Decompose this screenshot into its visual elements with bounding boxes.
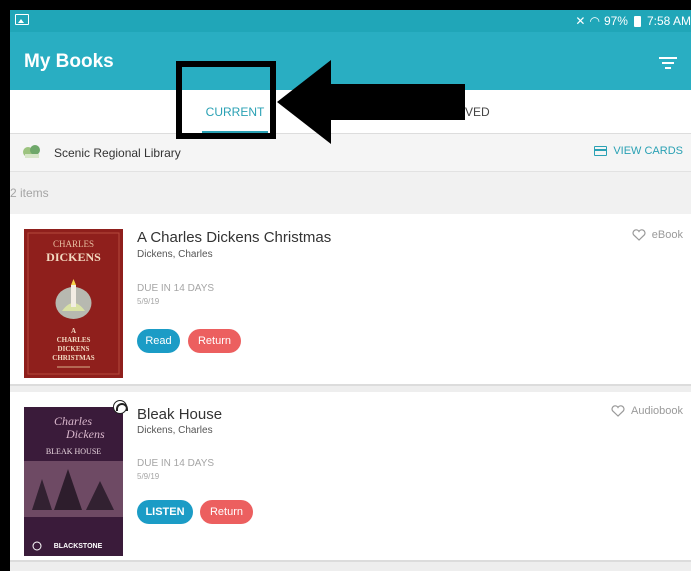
heart-icon[interactable] <box>611 405 625 417</box>
headphones-icon <box>113 400 128 414</box>
filter-icon[interactable] <box>659 57 677 69</box>
cover-text: CHRISTMAS <box>52 354 95 362</box>
battery-icon <box>633 15 641 27</box>
format-label[interactable]: eBook <box>632 229 683 241</box>
cover-text: Dickens <box>65 427 105 441</box>
book-card[interactable]: CHARLES DICKENS A CHARLES DICKENS CHRIST… <box>10 214 691 386</box>
cover-text: Charles <box>54 414 92 428</box>
tab-saved[interactable]: VED <box>465 90 505 134</box>
book-title[interactable]: A Charles Dickens Christmas <box>137 229 331 246</box>
heart-icon[interactable] <box>632 229 646 241</box>
gallery-notification-icon <box>15 14 29 25</box>
due-label: DUE IN 14 DAYS <box>137 283 215 294</box>
read-button[interactable]: Read <box>137 329 180 353</box>
status-right: ✕ ◠ 97% 7:58 AM <box>575 14 691 28</box>
book-cover[interactable]: CHARLES DICKENS A CHARLES DICKENS CHRIST… <box>24 229 123 378</box>
view-cards-label: VIEW CARDS <box>613 145 683 157</box>
book-author: Dickens, Charles <box>137 249 213 260</box>
mute-icon: ✕ <box>575 14 586 28</box>
view-cards-button[interactable]: VIEW CARDS <box>594 145 683 157</box>
format-text: eBook <box>651 229 683 241</box>
cover-text: CHARLES <box>53 239 94 249</box>
cover-text: BLEAK HOUSE <box>46 447 101 456</box>
book-cover[interactable]: Charles Dickens BLEAK HOUSE BLACKSTONE <box>24 407 123 556</box>
format-label[interactable]: Audiobook <box>611 405 683 417</box>
highlight-box <box>176 61 276 139</box>
cover-text: BLACKSTONE <box>54 543 103 550</box>
wifi-icon: ◠ <box>589 14 600 28</box>
format-text: Audiobook <box>631 405 683 417</box>
due-label: DUE IN 14 DAYS <box>137 458 215 469</box>
cover-text: A <box>71 327 76 335</box>
items-count: 2 items <box>10 186 49 200</box>
listen-button[interactable]: LISTEN <box>137 500 193 524</box>
cover-text: DICKENS <box>46 250 101 264</box>
status-bar: ✕ ◠ 97% 7:58 AM <box>10 10 691 32</box>
book-card[interactable]: Charles Dickens BLEAK HOUSE BLACKSTONE B… <box>10 392 691 562</box>
book-title[interactable]: Bleak House <box>137 406 222 423</box>
library-logo-icon <box>23 145 40 158</box>
return-button[interactable]: Return <box>188 329 241 353</box>
cover-text: CHARLES <box>57 336 91 344</box>
card-icon <box>594 146 608 156</box>
page-title: My Books <box>24 51 114 72</box>
due-date: 5/9/19 <box>137 297 160 306</box>
clock: 7:58 AM <box>646 14 691 28</box>
battery-percent: 97% <box>603 14 628 28</box>
book-author: Dickens, Charles <box>137 425 213 436</box>
due-date: 5/9/19 <box>137 472 160 481</box>
return-button[interactable]: Return <box>200 500 253 524</box>
library-name: Scenic Regional Library <box>54 146 181 160</box>
annotation-arrow <box>277 60 465 144</box>
items-count-bar: 2 items <box>10 172 691 214</box>
cover-text: DICKENS <box>58 345 90 353</box>
